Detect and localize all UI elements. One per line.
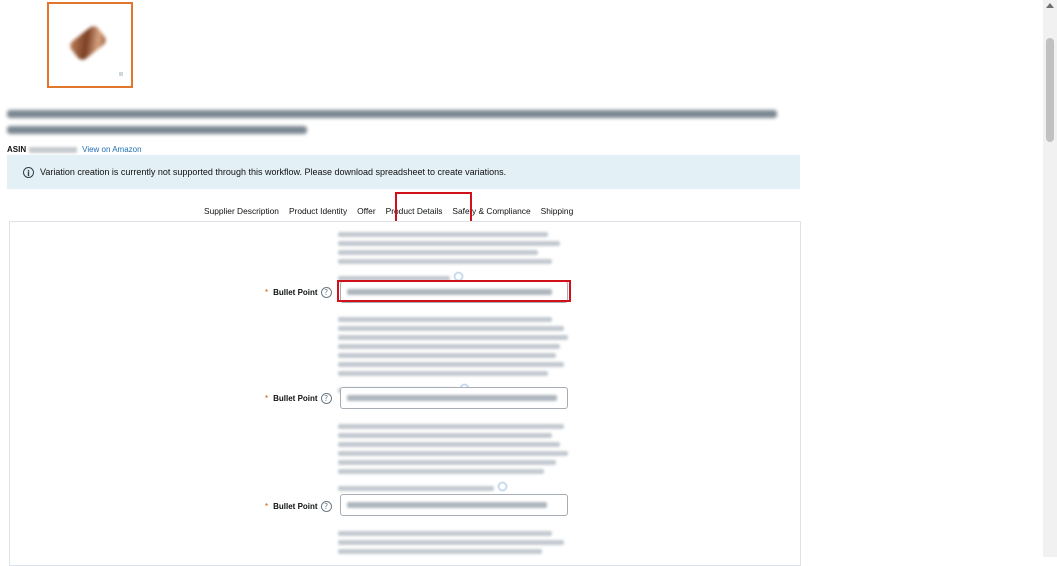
alert-text: Variation creation is currently not supp… (40, 167, 507, 177)
question-circle-icon[interactable]: ? (320, 287, 332, 298)
bullet-point-guidance-3 (338, 424, 574, 496)
tab-product-details[interactable]: Product Details (381, 206, 448, 223)
question-circle-icon[interactable]: ? (320, 501, 332, 512)
bullet-point-input-2[interactable] (340, 387, 568, 409)
product-title-blurred (7, 110, 777, 142)
asin-label: ASIN (7, 145, 27, 154)
view-on-amazon-link[interactable]: View on Amazon (82, 145, 141, 154)
tab-offer[interactable]: Offer (352, 206, 380, 216)
asin-row: ASIN View on Amazon (7, 145, 142, 154)
bullet-point-label-2: * Bullet Point ? (265, 393, 332, 404)
product-image (67, 23, 109, 63)
scroll-up-arrow-icon[interactable] (1046, 3, 1054, 8)
bullet-point-guidance-1 (338, 232, 574, 286)
tab-safety-compliance[interactable]: Safety & Compliance (447, 206, 535, 216)
asin-value-blurred (29, 146, 78, 153)
thumbnail-marker (119, 72, 123, 76)
bullet-point-label-1: * Bullet Point ? (265, 287, 332, 298)
tab-supplier-description[interactable]: Supplier Description (199, 206, 284, 216)
tab-product-identity[interactable]: Product Identity (284, 206, 352, 216)
expand-icon[interactable] (498, 482, 508, 491)
bullet-point-label-3: * Bullet Point ? (265, 501, 332, 512)
variation-alert: i Variation creation is currently not su… (7, 155, 800, 189)
info-icon: i (23, 166, 34, 178)
expand-icon[interactable] (454, 272, 464, 281)
scroll-thumb[interactable] (1046, 38, 1054, 142)
bullet-point-input-1[interactable] (340, 281, 568, 303)
page: ASIN View on Amazon i Variation creation… (0, 0, 1043, 566)
bullet-point-input-3[interactable] (340, 494, 568, 516)
bullet-point-guidance-2 (338, 317, 574, 398)
page-scrollbar[interactable] (1043, 0, 1057, 557)
product-tabs: Supplier Description Product Identity Of… (199, 199, 578, 223)
product-thumbnail[interactable] (47, 2, 133, 88)
bullet-point-guidance-4 (338, 531, 574, 558)
tab-shipping[interactable]: Shipping (536, 206, 579, 216)
question-circle-icon[interactable]: ? (320, 393, 332, 404)
